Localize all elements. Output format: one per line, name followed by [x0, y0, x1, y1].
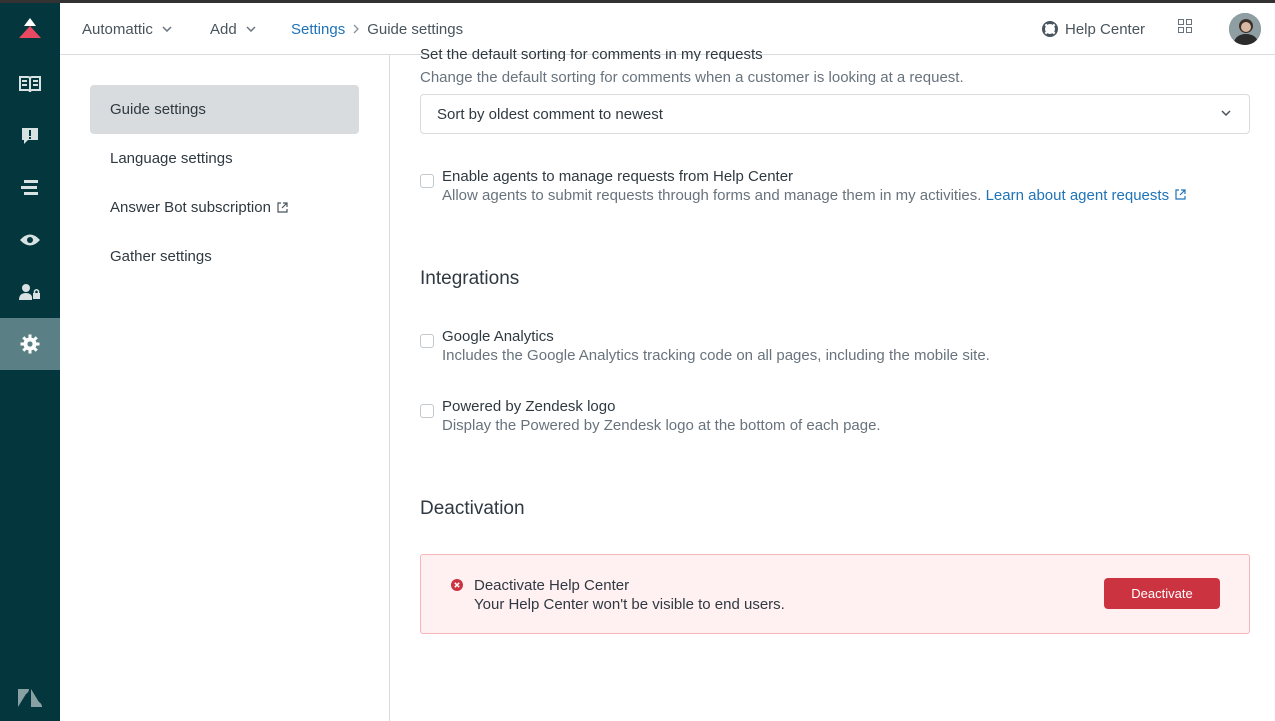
powered-by-description: Display the Powered by Zendesk logo at t…	[442, 417, 881, 434]
sidenav-item-answer-bot[interactable]: Answer Bot subscription	[90, 183, 359, 232]
integrations-heading: Integrations	[420, 268, 520, 289]
deactivate-alert: Deactivate Help Center Your Help Center …	[420, 554, 1250, 634]
chevron-down-icon	[246, 26, 256, 32]
account-menu[interactable]: Automattic	[82, 3, 172, 55]
agent-requests-link-label: Learn about agent requests	[985, 187, 1170, 204]
sidenav-item-guide-settings[interactable]: Guide settings	[90, 85, 359, 134]
help-center-label: Help Center	[1065, 20, 1146, 38]
apps-grid-icon[interactable]	[1178, 19, 1198, 39]
external-link-icon	[277, 202, 288, 213]
sorting-title: Set the default sorting for comments in …	[420, 49, 763, 61]
sidenav-item-gather-settings[interactable]: Gather settings	[90, 232, 359, 281]
account-menu-label: Automattic	[82, 20, 153, 38]
powered-by-checkbox[interactable]	[420, 404, 434, 418]
add-menu-label: Add	[210, 20, 237, 38]
error-icon	[451, 579, 463, 591]
chevron-right-icon	[353, 24, 360, 34]
chevron-down-icon	[1221, 110, 1231, 116]
top-bar: Automattic Add Settings Guide settings H…	[60, 0, 1275, 55]
deactivate-description: Your Help Center won't be visible to end…	[474, 596, 785, 613]
breadcrumb: Settings Guide settings	[291, 3, 463, 55]
agents-requests-title: Enable agents to manage requests from He…	[442, 168, 794, 185]
eye-icon[interactable]	[0, 214, 60, 266]
agents-requests-description: Allow agents to submit requests through …	[442, 187, 1186, 204]
help-center-link[interactable]: Help Center	[1042, 3, 1145, 55]
gear-icon[interactable]	[0, 318, 60, 370]
agents-requests-checkbox[interactable]	[420, 174, 434, 188]
google-analytics-checkbox[interactable]	[420, 334, 434, 348]
google-analytics-description: Includes the Google Analytics tracking c…	[442, 347, 990, 364]
sorting-description: Change the default sorting for comments …	[420, 69, 964, 86]
deactivation-heading: Deactivation	[420, 498, 525, 519]
sidenav-item-language-settings[interactable]: Language settings	[90, 134, 359, 183]
external-link-icon	[1175, 189, 1186, 200]
chevron-down-icon	[162, 26, 172, 32]
deactivate-button[interactable]: Deactivate	[1104, 578, 1220, 609]
sorting-select[interactable]: Sort by oldest comment to newest	[420, 94, 1250, 134]
powered-by-title: Powered by Zendesk logo	[442, 398, 616, 415]
deactivate-title: Deactivate Help Center	[474, 577, 630, 594]
avatar[interactable]	[1229, 13, 1261, 45]
user-lock-icon[interactable]	[0, 266, 60, 318]
zendesk-logo-icon[interactable]	[0, 683, 60, 713]
guide-logo-icon[interactable]	[0, 3, 60, 53]
sidenav-item-label: Gather settings	[110, 248, 212, 265]
alert-icon[interactable]	[0, 110, 60, 162]
breadcrumb-current: Guide settings	[367, 20, 464, 38]
knowledge-icon[interactable]	[0, 58, 60, 110]
settings-sidenav: Guide settings Language settings Answer …	[60, 55, 390, 721]
breadcrumb-settings-link[interactable]: Settings	[291, 21, 345, 38]
agents-requests-desc-text: Allow agents to submit requests through …	[442, 187, 982, 204]
sidenav-item-label: Answer Bot subscription	[110, 199, 271, 216]
arrange-icon[interactable]	[0, 162, 60, 214]
sidenav-item-label: Guide settings	[110, 101, 206, 118]
sorting-select-value: Sort by oldest comment to newest	[437, 105, 663, 123]
add-menu[interactable]: Add	[210, 3, 256, 55]
lifebuoy-icon	[1042, 21, 1058, 37]
agent-requests-learn-link[interactable]: Learn about agent requests	[986, 187, 1187, 204]
sidenav-item-label: Language settings	[110, 150, 233, 167]
google-analytics-title: Google Analytics	[442, 328, 554, 345]
product-rail	[0, 0, 60, 721]
